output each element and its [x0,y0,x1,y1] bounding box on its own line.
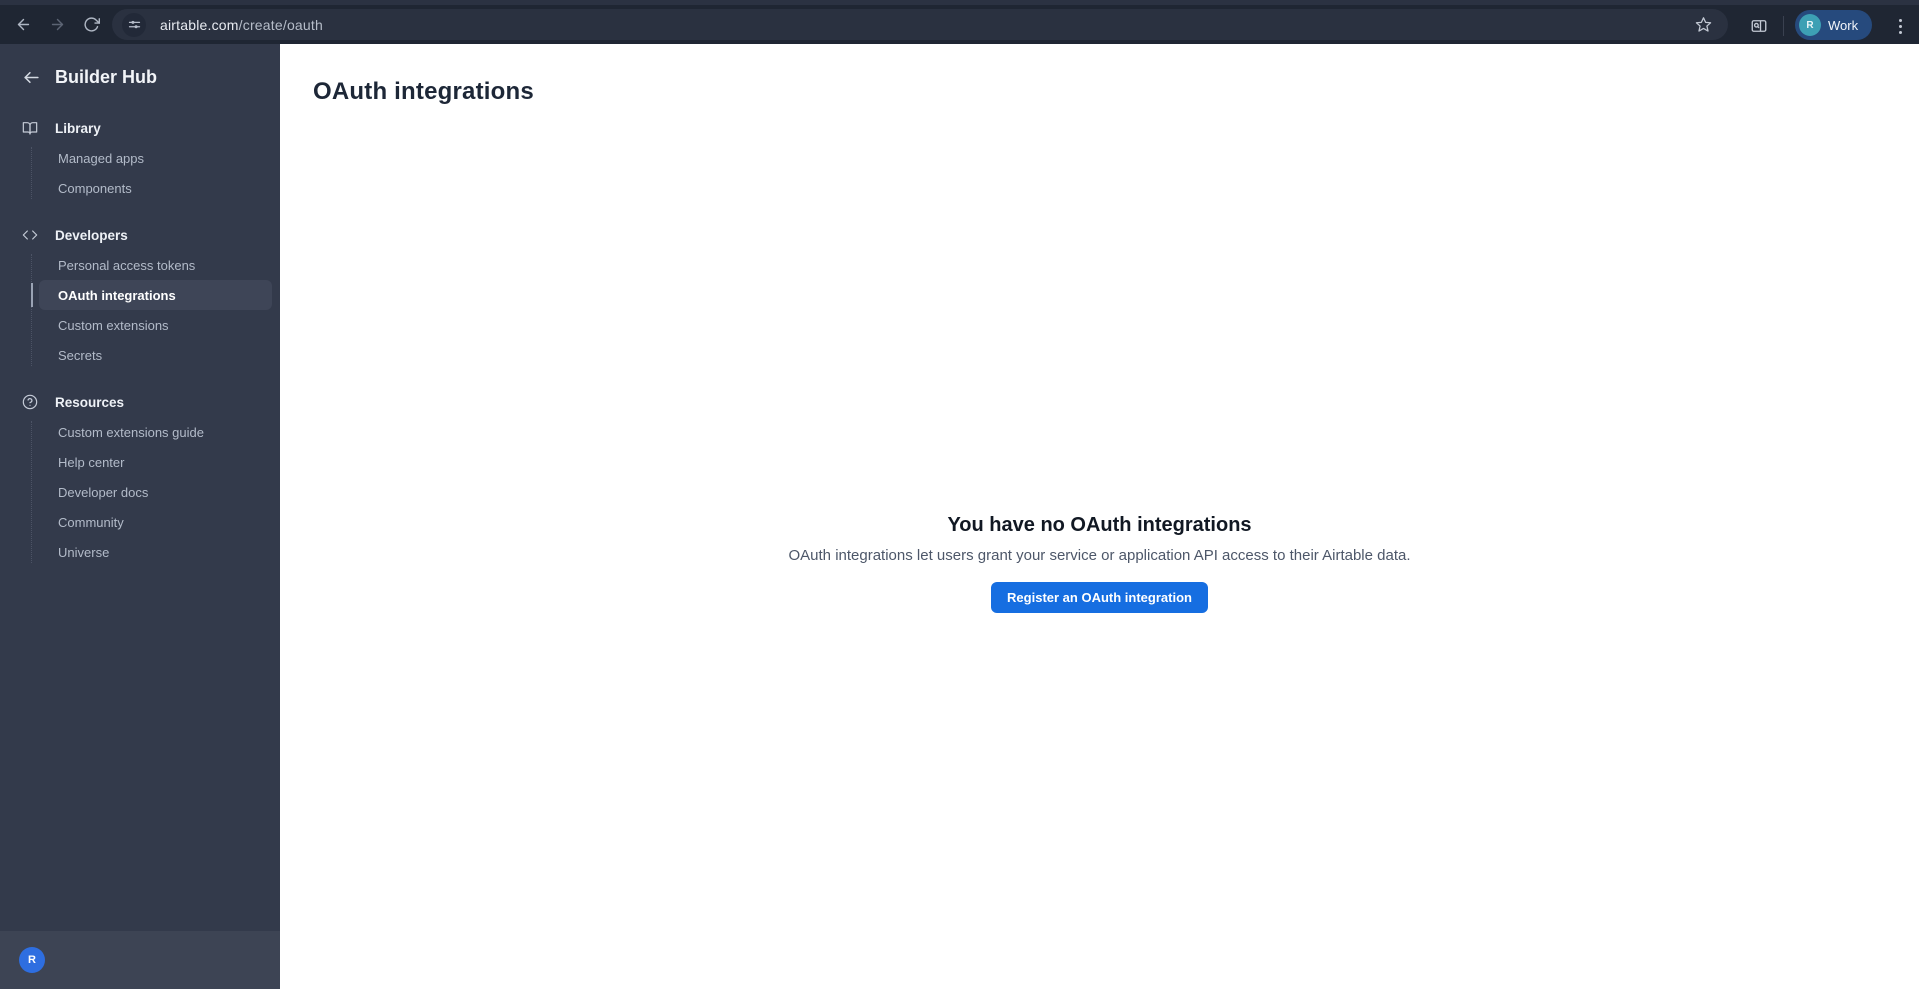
tune-icon [128,20,140,29]
kebab-dot [1898,18,1902,22]
section-header-resources[interactable]: Resources [0,387,280,417]
forward-arrow-icon [51,18,63,31]
site-settings-button[interactable] [122,12,146,37]
side-panel-button[interactable] [1745,12,1773,40]
item-label: Universe [58,544,110,560]
star-icon [1695,17,1712,32]
sidebar-item-developer-docs[interactable]: Developer docs [39,477,272,507]
user-avatar[interactable]: R [19,947,45,973]
browser-refresh-button[interactable] [76,10,106,40]
arrow-left-icon [23,71,39,83]
item-label: Managed apps [58,150,145,166]
section-label: Developers [55,227,128,243]
item-label: OAuth integrations [58,287,176,303]
profile-avatar: R [1799,14,1821,36]
sidebar-item-personal-access-tokens[interactable]: Personal access tokens [39,250,272,280]
browser-menu-button[interactable] [1890,14,1910,38]
sidebar-section-developers: Developers Personal access tokens OAuth … [0,220,280,370]
item-label: Personal access tokens [58,257,196,273]
sidebar: Builder Hub Library Managed apps Compone… [0,44,280,989]
sidebar-back-button[interactable] [18,64,44,90]
refresh-icon [83,17,100,32]
help-circle-icon [22,394,38,410]
toolbar-separator [1783,16,1784,36]
sidebar-item-oauth-integrations[interactable]: OAuth integrations [31,280,272,310]
profile-name: Work [1828,17,1859,33]
register-oauth-integration-button[interactable]: Register an OAuth integration [991,582,1208,613]
sidebar-item-secrets[interactable]: Secrets [39,340,272,370]
kebab-dot [1898,24,1902,28]
item-label: Custom extensions [58,317,169,333]
sidebar-item-community[interactable]: Community [39,507,272,537]
sidebar-item-help-center[interactable]: Help center [39,447,272,477]
section-header-developers[interactable]: Developers [0,220,280,250]
item-label: Secrets [58,347,103,363]
browser-profile-chip[interactable]: R Work [1795,10,1873,40]
sidebar-item-custom-extensions[interactable]: Custom extensions [39,310,272,340]
empty-state-description: OAuth integrations let users grant your … [788,547,1411,564]
book-icon [22,120,38,136]
bookmark-button[interactable] [1691,12,1716,37]
sidebar-title: Builder Hub [55,66,157,87]
section-label: Resources [55,394,125,410]
sidebar-header: Builder Hub [0,44,280,96]
browser-toolbar: airtable.com/create/oauth R Work [0,0,1919,44]
code-icon [22,227,38,243]
page-title: OAuth integrations [313,78,534,105]
browser-back-button[interactable] [8,10,38,40]
sidebar-item-managed-apps[interactable]: Managed apps [39,143,272,173]
kebab-dot [1898,30,1902,34]
section-header-library[interactable]: Library [0,113,280,143]
item-label: Components [58,180,132,196]
section-label: Library [55,120,101,136]
url-text: airtable.com/create/oauth [160,17,323,33]
sidebar-item-custom-extensions-guide[interactable]: Custom extensions guide [39,417,272,447]
url-path: /create/oauth [238,16,323,33]
empty-state: You have no OAuth integrations OAuth int… [280,514,1919,613]
sidebar-footer: R [0,931,280,989]
sidebar-item-universe[interactable]: Universe [39,537,272,567]
main-content: OAuth integrations You have no OAuth int… [280,44,1919,989]
side-panel-search-icon [1751,20,1767,32]
url-domain: airtable.com [160,16,239,33]
browser-forward-button[interactable] [42,10,72,40]
item-label: Help center [58,454,125,470]
empty-state-heading: You have no OAuth integrations [947,514,1252,536]
url-bar[interactable]: airtable.com/create/oauth [112,9,1728,40]
sidebar-section-library: Library Managed apps Components [0,113,280,203]
sidebar-item-components[interactable]: Components [39,173,272,203]
item-label: Community [58,514,124,530]
back-arrow-icon [17,18,29,31]
item-label: Developer docs [58,484,149,500]
item-label: Custom extensions guide [58,424,204,440]
sidebar-section-resources: Resources Custom extensions guide Help c… [0,387,280,567]
